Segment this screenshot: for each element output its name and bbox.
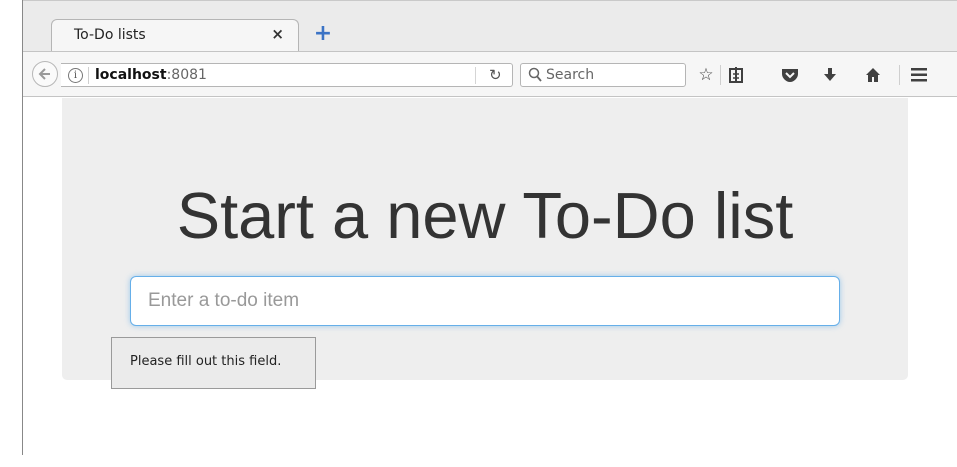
new-tab-icon[interactable]: +	[312, 23, 334, 46]
menu-icon[interactable]	[907, 63, 931, 87]
tab-todo-lists[interactable]: To-Do lists ×	[51, 19, 299, 53]
browser-window: To-Do lists × + i localhost:8081 ↻ Searc…	[0, 0, 957, 467]
url-port: :8081	[166, 67, 207, 83]
validation-tooltip: Please fill out this field.	[111, 337, 316, 389]
url-separator	[88, 67, 89, 84]
new-item-input[interactable]	[130, 276, 840, 326]
reload-separator	[475, 67, 476, 84]
url-bar[interactable]: i localhost:8081 ↻	[61, 63, 513, 87]
url-text[interactable]: localhost:8081	[95, 67, 207, 83]
bookmark-star-icon[interactable]: ☆	[694, 63, 718, 87]
tab-title: To-Do lists	[74, 27, 146, 43]
toolbar-separator	[720, 65, 721, 85]
downloads-icon[interactable]	[818, 63, 842, 87]
search-icon	[528, 67, 542, 82]
navigation-toolbar: i localhost:8081 ↻ Search ☆	[23, 51, 957, 97]
home-icon[interactable]	[861, 63, 885, 87]
reading-list-icon[interactable]	[724, 63, 748, 87]
info-icon[interactable]: i	[68, 68, 83, 83]
back-button[interactable]	[32, 61, 58, 87]
url-host: localhost	[95, 67, 167, 83]
validation-message: Please fill out this field.	[130, 354, 282, 369]
page-title: Start a new To-Do list	[176, 179, 794, 252]
toolbar-separator	[899, 65, 900, 85]
search-placeholder: Search	[546, 67, 595, 83]
pocket-icon[interactable]	[778, 63, 802, 87]
close-tab-icon[interactable]: ×	[271, 25, 284, 43]
search-bar[interactable]: Search	[520, 63, 686, 87]
back-arrow-icon	[38, 68, 50, 80]
tab-strip: To-Do lists × +	[23, 1, 957, 53]
reload-icon[interactable]: ↻	[489, 66, 502, 84]
